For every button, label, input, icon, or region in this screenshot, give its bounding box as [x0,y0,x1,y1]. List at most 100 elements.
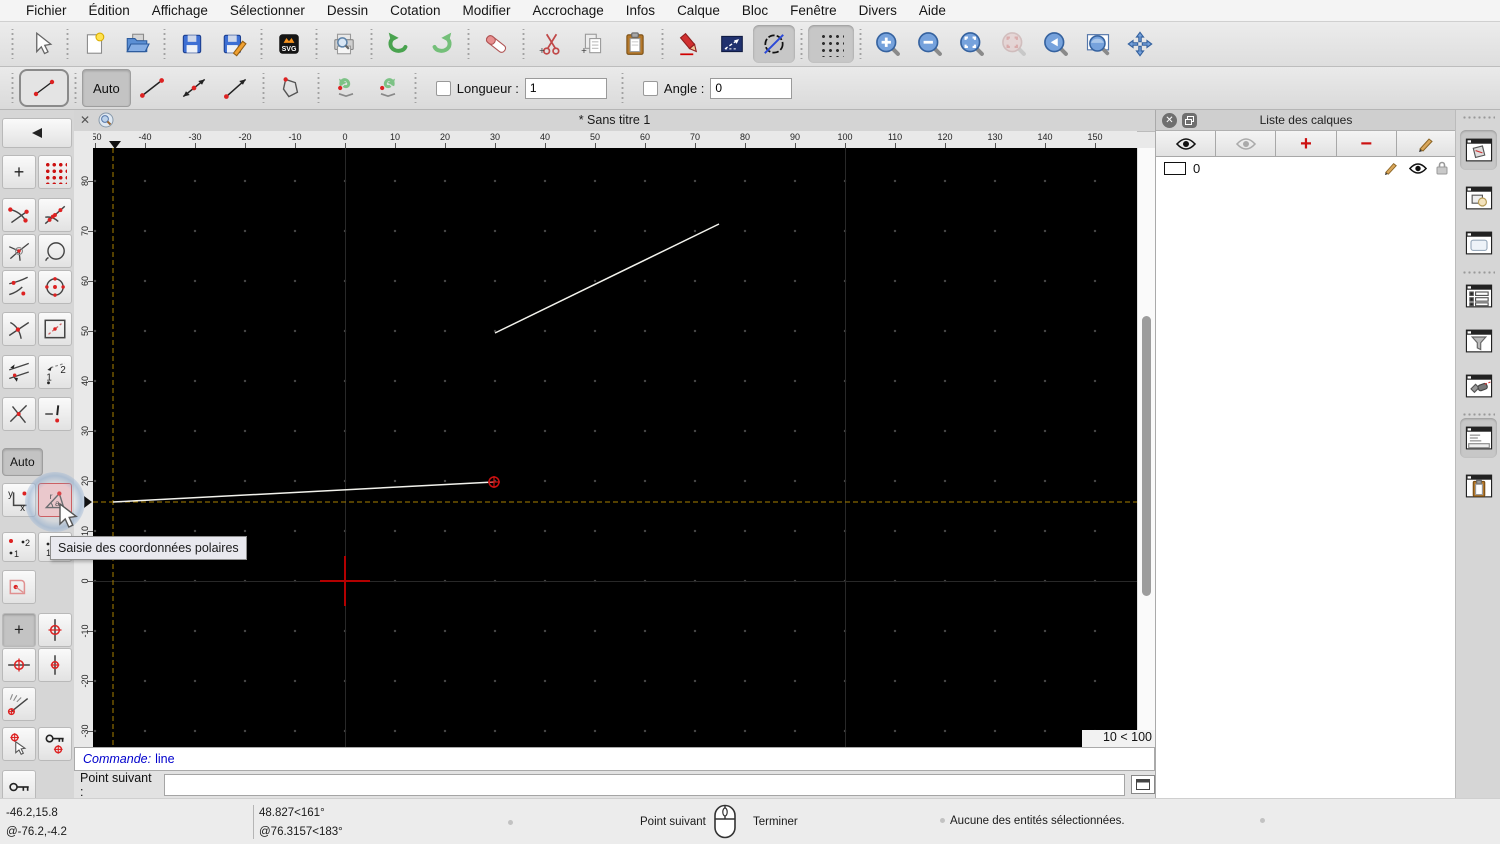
redo-segment-button[interactable] [367,69,409,107]
restrict-horizontal-vertical-button[interactable]: 21 [38,355,72,389]
open-file-button[interactable] [116,25,158,63]
dock-command-options-button[interactable] [1460,366,1497,406]
select-tool-button[interactable] [19,25,61,63]
layer-visibility-eye-icon[interactable] [1409,162,1427,175]
menu-calque[interactable]: Calque [666,3,731,18]
snap-center-button[interactable] [2,234,36,268]
command-input[interactable] [164,773,1126,796]
canvas-vertical-scrollbar[interactable] [1137,148,1155,747]
snap-off-warning-button[interactable] [38,397,72,431]
snap-intersection-manual-button[interactable] [2,312,36,346]
remove-layer-button[interactable]: − [1337,131,1397,156]
rel-zero-point-button[interactable] [38,648,72,682]
layer-row[interactable]: 0 [1156,157,1456,179]
snap-distance-button[interactable] [2,270,36,304]
cut-button[interactable]: + [530,25,572,63]
menu-sélectionner[interactable]: Sélectionner [219,3,316,18]
layer-edit-pencil-icon[interactable] [1383,161,1399,175]
rel-zero-free-button[interactable]: + [2,613,36,647]
dock-library-button[interactable] [1460,223,1497,263]
restrict-orthogonal-button[interactable] [2,355,36,389]
line-attributes-button[interactable] [711,25,753,63]
snap-on-entity-button[interactable] [38,198,72,232]
menu-affichage[interactable]: Affichage [141,3,219,18]
zoom-out-button[interactable] [909,25,951,63]
polyline-button[interactable] [270,69,312,107]
copy-button[interactable]: + [572,25,614,63]
line-tool-active-button[interactable] [19,69,69,107]
menu-cotation[interactable]: Cotation [379,3,451,18]
save-as-button[interactable] [213,25,255,63]
snap-auto-button[interactable]: Auto [82,69,131,107]
angle-snap-button[interactable] [2,687,36,721]
layer-color-swatch[interactable] [1164,161,1186,175]
zoom-in-button[interactable] [867,25,909,63]
save-button[interactable] [171,25,213,63]
paste-button[interactable] [614,25,656,63]
dock-filter-button[interactable] [1460,321,1497,361]
menu-édition[interactable]: Édition [78,3,141,18]
dock-command-line-button[interactable] [1460,418,1497,458]
line-two-points-button[interactable] [131,69,173,107]
sidebar-back-button[interactable] [2,118,72,148]
toolbar-handle[interactable] [9,73,16,103]
snap-endpoints-button[interactable] [2,198,36,232]
rel-zero-vertical-button[interactable] [38,613,72,647]
zoom-selected-button[interactable] [993,25,1035,63]
drawing-canvas[interactable] [93,148,1137,747]
grid-toggle-button[interactable] [808,25,854,63]
menu-aide[interactable]: Aide [908,3,957,18]
snap-intersection-button[interactable] [38,270,72,304]
sidebar-auto-button[interactable]: Auto [2,448,43,476]
toolbar-handle[interactable] [72,73,79,103]
reference-point-button[interactable] [2,570,36,604]
restrict-nothing-button[interactable] [38,312,72,346]
dock-blocks-button[interactable] [1460,178,1497,218]
dock-clipboard-button[interactable] [1460,466,1497,506]
export-svg-button[interactable]: SVG [268,25,310,63]
snap-free-button[interactable]: + [2,155,36,189]
undo-segment-button[interactable] [325,69,367,107]
menu-divers[interactable]: Divers [848,3,908,18]
menu-modifier[interactable]: Modifier [451,3,521,18]
edit-layer-button[interactable] [1397,131,1456,156]
zoom-previous-button[interactable] [1035,25,1077,63]
angle-checkbox[interactable] [642,80,658,96]
snap-grid-button[interactable] [38,155,72,189]
dock-layers-button[interactable] [1460,130,1497,170]
menu-bloc[interactable]: Bloc [731,3,779,18]
menu-accrochage[interactable]: Accrochage [521,3,614,18]
line-both-directions-button[interactable] [173,69,215,107]
menu-infos[interactable]: Infos [615,3,666,18]
cartesian-coordinates-button[interactable]: yx [2,483,36,517]
toolbar-handle[interactable] [64,29,71,59]
show-all-layers-button[interactable] [1156,131,1217,156]
delete-button[interactable] [475,25,517,63]
zoom-auto-button[interactable] [951,25,993,63]
add-layer-button[interactable]: + [1276,131,1337,156]
hide-all-layers-button[interactable] [1216,131,1277,156]
line-one-direction-button[interactable] [215,69,257,107]
menu-dessin[interactable]: Dessin [316,3,379,18]
menu-fichier[interactable]: Fichier [15,3,78,18]
menu-fenêtre[interactable]: Fenêtre [779,3,848,18]
new-file-button[interactable] [74,25,116,63]
command-options-button[interactable] [1131,775,1155,794]
redo-button[interactable] [420,25,462,63]
layer-lock-icon[interactable] [1436,161,1448,175]
dock-entity-list-button[interactable] [1460,276,1497,316]
lock-rel-zero-button[interactable] [38,727,72,761]
circle-attributes-button[interactable] [753,25,795,63]
rel-zero-horizontal-button[interactable] [2,648,36,682]
order-1-2-button[interactable]: 12 [2,532,36,562]
angle-input[interactable] [710,77,793,99]
drawn-line[interactable] [494,223,720,334]
snap-middle-button[interactable] [38,234,72,268]
length-input[interactable] [524,77,607,99]
toolbar-handle[interactable] [9,29,16,59]
scrollbar-thumb[interactable] [1142,316,1151,596]
zoom-window-button[interactable] [1077,25,1119,63]
pen-attributes-button[interactable] [669,25,711,63]
polar-coordinates-button[interactable]: ra [38,483,72,517]
length-checkbox[interactable] [435,80,451,96]
